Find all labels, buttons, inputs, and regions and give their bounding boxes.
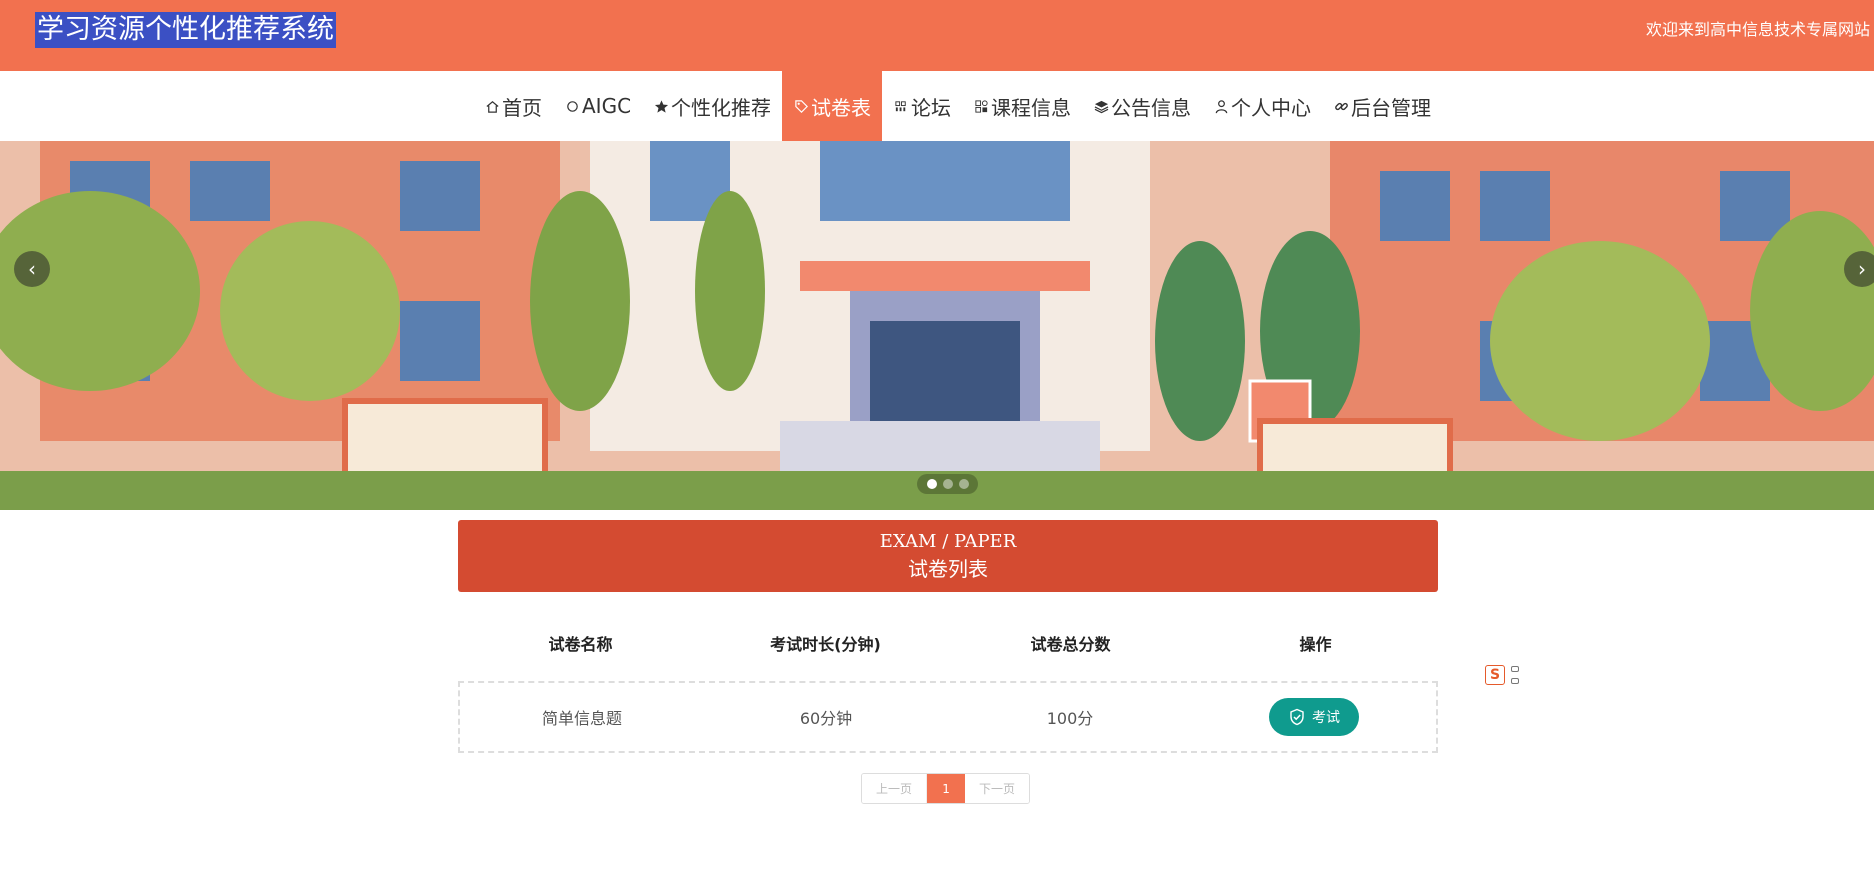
column-header: 试卷总分数 bbox=[1030, 635, 1111, 654]
paper-name: 简单信息题 bbox=[541, 709, 622, 728]
top-header: 学习资源个性化推荐系统 欢迎来到高中信息技术专属网站 bbox=[0, 0, 1874, 71]
paper-score: 100分 bbox=[1046, 709, 1094, 728]
column-header: 试卷名称 bbox=[548, 635, 613, 654]
apps-icon bbox=[973, 98, 989, 114]
nav-item-label: 首页 bbox=[502, 95, 542, 120]
table-header: 试卷名称 考试时长(分钟) 试卷总分数 操作 bbox=[458, 630, 1438, 660]
carousel-indicators bbox=[917, 474, 978, 494]
nav-item-label: 个人中心 bbox=[1231, 95, 1312, 120]
nav-item-profile[interactable]: 个人中心 bbox=[1202, 71, 1322, 141]
nav-item-label: 试卷表 bbox=[811, 95, 872, 120]
page-number-current[interactable]: 1 bbox=[927, 774, 966, 803]
nav-item-forum[interactable]: 论坛 bbox=[882, 71, 962, 141]
grid-icon bbox=[893, 98, 909, 114]
carousel-dot[interactable] bbox=[926, 479, 937, 489]
paper-duration: 60分钟 bbox=[799, 709, 853, 728]
main-nav: 首页 AIGC 个性化推荐 试卷表 论坛 课程信息 公告信息 个人中心 后台管理 bbox=[0, 71, 1874, 141]
nav-item-course[interactable]: 课程信息 bbox=[962, 71, 1082, 141]
chevron-right-icon: › bbox=[1858, 257, 1866, 281]
carousel-dot[interactable] bbox=[958, 479, 969, 489]
circle-icon bbox=[564, 98, 580, 114]
toolbar-icon[interactable] bbox=[1511, 666, 1521, 684]
nav-item-label: 课程信息 bbox=[991, 95, 1072, 120]
section-title-en: EXAM / PAPER bbox=[879, 531, 1017, 552]
prev-page-button[interactable]: 上一页 bbox=[862, 774, 928, 803]
layers-icon bbox=[1093, 98, 1109, 114]
ime-widget[interactable]: S bbox=[1485, 663, 1529, 687]
nav-item-aigc[interactable]: AIGC bbox=[553, 71, 642, 141]
nav-item-label: 个性化推荐 bbox=[671, 95, 772, 120]
carousel-dot[interactable] bbox=[942, 479, 953, 489]
pagination: 上一页 1 下一页 bbox=[861, 773, 1031, 804]
nav-item-notice[interactable]: 公告信息 bbox=[1082, 71, 1202, 141]
nav-item-exam[interactable]: 试卷表 bbox=[782, 71, 883, 141]
column-header: 操作 bbox=[1299, 635, 1332, 654]
banner-carousel: ‹ › bbox=[0, 141, 1874, 510]
nav-item-home[interactable]: 首页 bbox=[473, 71, 553, 141]
nav-item-label: 后台管理 bbox=[1351, 95, 1432, 120]
star-icon bbox=[653, 98, 669, 114]
tag-icon bbox=[793, 98, 809, 114]
chevron-left-icon: ‹ bbox=[28, 257, 36, 281]
nav-item-recommend[interactable]: 个性化推荐 bbox=[642, 71, 782, 141]
site-title: 学习资源个性化推荐系统 bbox=[35, 12, 336, 48]
shield-check-icon bbox=[1290, 708, 1304, 726]
nav-item-label: 论坛 bbox=[911, 95, 952, 120]
banner-illustration bbox=[0, 141, 1874, 510]
next-page-button[interactable]: 下一页 bbox=[965, 774, 1030, 803]
section-title-cn: 试卷列表 bbox=[908, 557, 988, 581]
nav-item-admin[interactable]: 后台管理 bbox=[1322, 71, 1442, 141]
section-heading: EXAM / PAPER 试卷列表 bbox=[458, 520, 1438, 592]
column-header: 考试时长(分钟) bbox=[770, 635, 881, 654]
welcome-text: 欢迎来到高中信息技术专属网站 bbox=[1645, 20, 1870, 39]
table-row: 简单信息题 60分钟 100分 考试 bbox=[458, 681, 1438, 753]
carousel-prev-button[interactable]: ‹ bbox=[14, 251, 50, 287]
nav-item-label: AIGC bbox=[582, 94, 632, 118]
carousel-next-button[interactable]: › bbox=[1844, 251, 1874, 287]
sogou-icon[interactable]: S bbox=[1485, 665, 1505, 685]
nav-items: 首页 AIGC 个性化推荐 试卷表 论坛 课程信息 公告信息 个人中心 后台管理 bbox=[473, 71, 1442, 141]
home-icon bbox=[484, 98, 500, 114]
user-icon bbox=[1213, 98, 1229, 114]
link-icon bbox=[1333, 98, 1349, 114]
paper-action-cell: 考试 bbox=[1192, 698, 1436, 736]
start-exam-label: 考试 bbox=[1312, 710, 1340, 726]
start-exam-button[interactable]: 考试 bbox=[1269, 698, 1359, 736]
nav-item-label: 公告信息 bbox=[1111, 95, 1192, 120]
